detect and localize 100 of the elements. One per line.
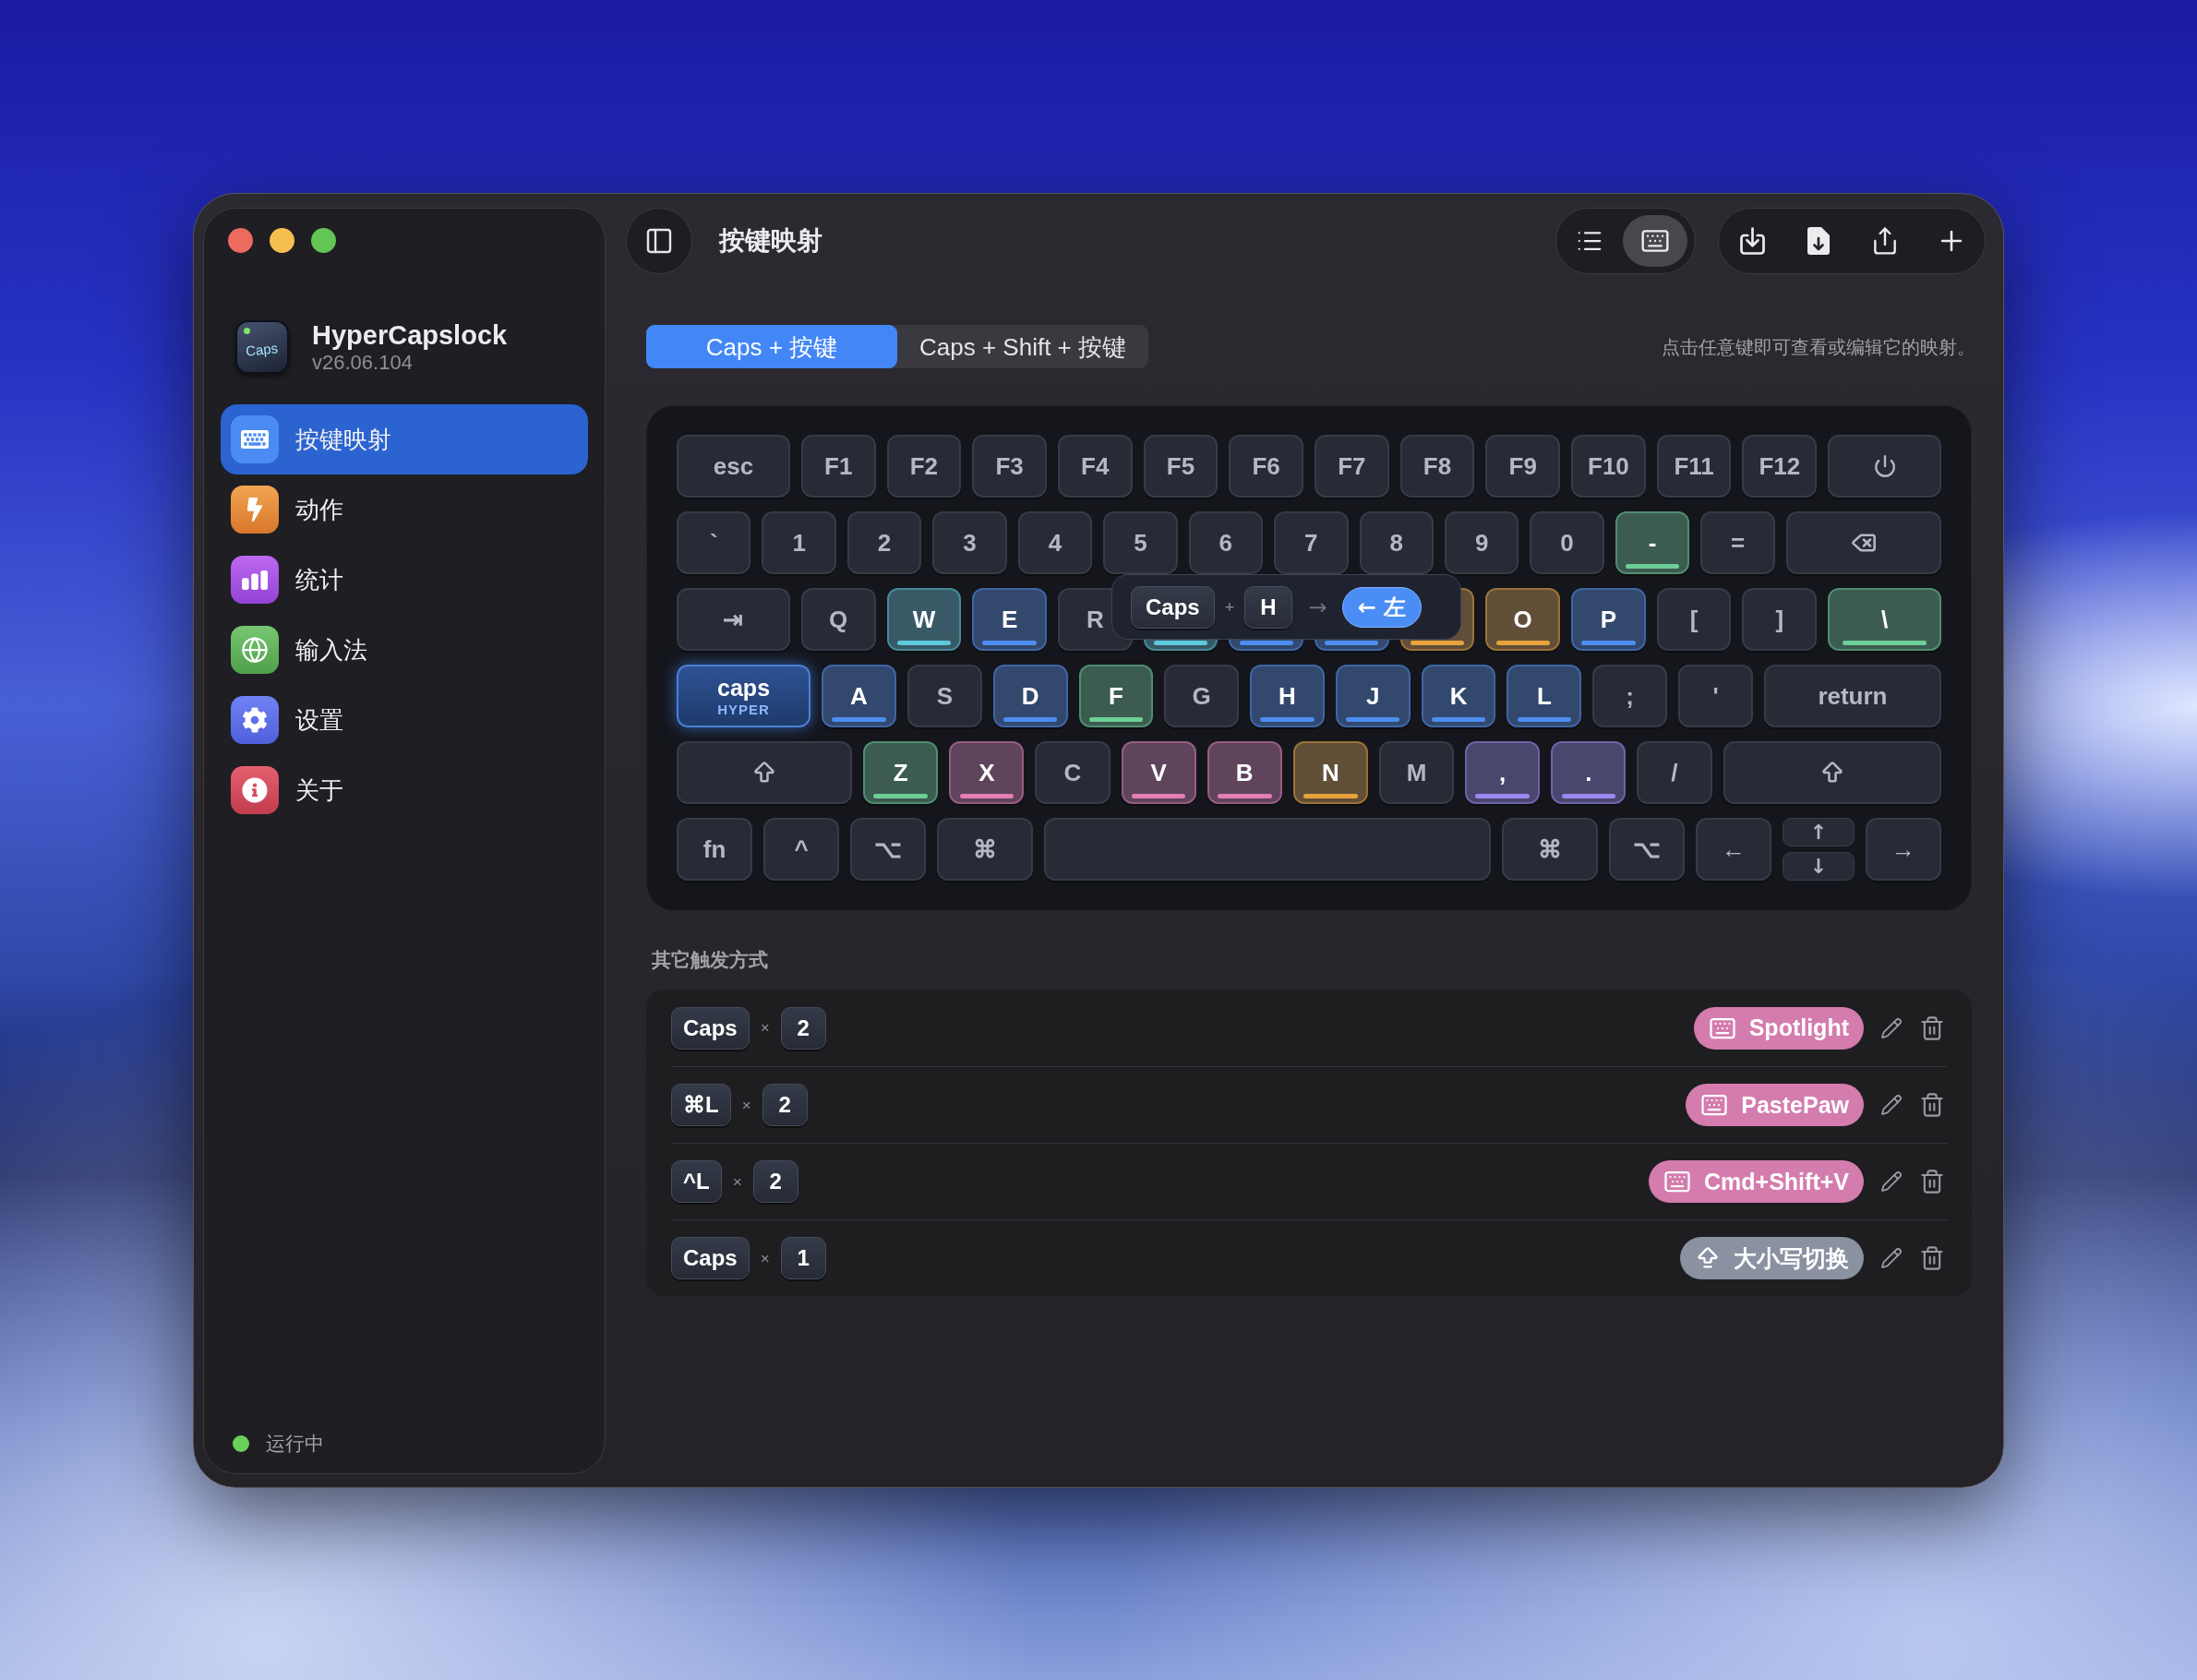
keyboard-key[interactable]: D bbox=[992, 665, 1068, 727]
keyboard-key[interactable]: = bbox=[1700, 511, 1775, 574]
keyboard-key[interactable]: W bbox=[886, 588, 962, 651]
pencil-icon bbox=[1880, 1170, 1903, 1193]
keyboard-key[interactable]: ` bbox=[677, 511, 751, 574]
keyboard-key[interactable]: ] bbox=[1742, 588, 1818, 651]
info-icon bbox=[231, 766, 279, 814]
keyboard-key[interactable]: F8 bbox=[1399, 435, 1475, 498]
tab[interactable]: Caps + Shift + 按键 bbox=[897, 325, 1148, 368]
keyboard-key[interactable]: F2 bbox=[886, 435, 962, 498]
keyboard-key[interactable]: F1 bbox=[800, 435, 876, 498]
lightning-icon bbox=[231, 486, 279, 534]
keyboard-key[interactable]: ; bbox=[1592, 665, 1668, 727]
keyboard-key[interactable]: fn bbox=[677, 818, 753, 881]
keyboard-key[interactable]: F4 bbox=[1057, 435, 1133, 498]
keyboard-key[interactable]: ⌘ bbox=[1502, 818, 1598, 881]
minimize-button[interactable] bbox=[270, 228, 294, 253]
keyboard-key[interactable]: F12 bbox=[1742, 435, 1818, 498]
keyboard-key[interactable]: F7 bbox=[1315, 435, 1389, 498]
keyboard-key[interactable]: M bbox=[1378, 741, 1455, 804]
keyboard-key[interactable]: \ bbox=[1828, 588, 1941, 651]
sidebar-item[interactable]: 关于 bbox=[221, 755, 588, 825]
keyboard-key[interactable]: ^ bbox=[763, 818, 840, 881]
trigger-keycap: ⌘L bbox=[671, 1084, 731, 1126]
sidebar-item[interactable]: 动作 bbox=[221, 474, 588, 545]
sidebar-item[interactable]: 按键映射 bbox=[221, 404, 588, 474]
keyboard-key[interactable]: 3 bbox=[932, 511, 1007, 574]
keyboard-key[interactable]: - bbox=[1615, 511, 1690, 574]
keyboard-key[interactable]: H bbox=[1250, 665, 1325, 727]
trash-icon bbox=[1919, 1092, 1945, 1118]
keyboard-key[interactable]: F10 bbox=[1571, 435, 1646, 498]
keyboard-key[interactable]: O bbox=[1485, 588, 1561, 651]
keyboard-key[interactable]: 8 bbox=[1359, 511, 1434, 574]
keyboard-key[interactable]: F bbox=[1078, 665, 1154, 727]
keyboard-key[interactable]: ⇥ bbox=[677, 588, 790, 651]
keyboard-key[interactable]: Z bbox=[863, 741, 939, 804]
keyboard-key[interactable]: S bbox=[906, 665, 982, 727]
keyboard-key[interactable]: N bbox=[1292, 741, 1368, 804]
bar-chart-icon bbox=[231, 556, 279, 604]
keyboard-key[interactable]: → bbox=[1866, 818, 1942, 881]
result-tag: ← 左 bbox=[1341, 586, 1423, 628]
sidebar-item[interactable]: 输入法 bbox=[221, 615, 588, 685]
hint-text: 点击任意键即可查看或编辑它的映射。 bbox=[1662, 335, 1975, 359]
keyboard-key[interactable]: ⌘ bbox=[937, 818, 1033, 881]
keyboard-key[interactable]: , bbox=[1465, 741, 1541, 804]
keyboard-key[interactable]: F6 bbox=[1229, 435, 1303, 498]
trash-icon bbox=[1919, 1014, 1945, 1041]
action-label: Cmd+Shift+V bbox=[1704, 1170, 1849, 1194]
arrow-key[interactable]: ↑ bbox=[1782, 818, 1855, 846]
keyboard-key[interactable]: ⌥ bbox=[1608, 818, 1685, 881]
page-title: 按键映射 bbox=[719, 225, 822, 257]
pencil-icon bbox=[1880, 1247, 1903, 1269]
keyboard-key[interactable]: J bbox=[1335, 665, 1411, 727]
power-icon bbox=[1872, 454, 1897, 478]
keyboard-key[interactable]: 6 bbox=[1188, 511, 1264, 574]
zoom-button[interactable] bbox=[311, 228, 336, 253]
keyboard-key[interactable]: Q bbox=[800, 588, 876, 651]
keyboard-key[interactable]: 0 bbox=[1530, 511, 1604, 574]
keyboard-key[interactable]: ← bbox=[1695, 818, 1771, 881]
keycap: H bbox=[1244, 585, 1292, 629]
keyboard-key[interactable]: B bbox=[1207, 741, 1282, 804]
keyboard-view-button[interactable] bbox=[1623, 215, 1687, 267]
arrow-sign: → bbox=[1308, 595, 1327, 618]
pencil-icon bbox=[1880, 1016, 1903, 1039]
keyboard-key[interactable]: 1 bbox=[762, 511, 836, 574]
sidebar-item[interactable]: 统计 bbox=[221, 545, 588, 615]
keyboard-key[interactable]: E bbox=[972, 588, 1047, 651]
keyboard-key[interactable]: G bbox=[1164, 665, 1240, 727]
keyboard-key[interactable]: P bbox=[1571, 588, 1646, 651]
keyboard-key[interactable]: A bbox=[822, 665, 896, 727]
keyboard-key[interactable]: F9 bbox=[1485, 435, 1561, 498]
arrow-key[interactable]: ↓ bbox=[1782, 852, 1855, 881]
keyboard-key[interactable] bbox=[1785, 511, 1942, 574]
app-logo: Caps bbox=[235, 320, 289, 374]
caps-lock-key[interactable]: caps HYPER bbox=[677, 665, 811, 727]
keyboard-key[interactable]: [ bbox=[1656, 588, 1732, 651]
close-button[interactable] bbox=[228, 228, 253, 253]
keyboard-key[interactable]: 2 bbox=[846, 511, 922, 574]
keyboard-key[interactable]: F3 bbox=[972, 435, 1047, 498]
keyboard-key[interactable]: / bbox=[1637, 741, 1712, 804]
caps-lock-icon bbox=[1695, 1245, 1721, 1271]
keyboard-key[interactable]: ' bbox=[1678, 665, 1753, 727]
keyboard-key[interactable]: . bbox=[1551, 741, 1627, 804]
keyboard-key[interactable]: 9 bbox=[1444, 511, 1519, 574]
keyboard-key[interactable]: 4 bbox=[1017, 511, 1093, 574]
keyboard-key[interactable]: X bbox=[949, 741, 1025, 804]
keyboard-key[interactable]: 7 bbox=[1274, 511, 1349, 574]
keyboard-key[interactable]: return bbox=[1763, 665, 1941, 727]
keyboard-key[interactable]: 5 bbox=[1103, 511, 1178, 574]
times-sign: × bbox=[760, 1020, 770, 1036]
plus-sign: + bbox=[1224, 598, 1235, 616]
keyboard-key[interactable]: V bbox=[1121, 741, 1196, 804]
keyboard-key[interactable]: C bbox=[1035, 741, 1111, 804]
sidebar-item[interactable]: 设置 bbox=[221, 685, 588, 755]
keyboard-key[interactable]: ⌥ bbox=[850, 818, 927, 881]
keyboard-key[interactable]: L bbox=[1507, 665, 1582, 727]
keyboard-key[interactable]: esc bbox=[677, 435, 790, 498]
keyboard-key[interactable]: F5 bbox=[1143, 435, 1219, 498]
keyboard-key[interactable]: K bbox=[1421, 665, 1496, 727]
keyboard-key[interactable]: F11 bbox=[1656, 435, 1732, 498]
